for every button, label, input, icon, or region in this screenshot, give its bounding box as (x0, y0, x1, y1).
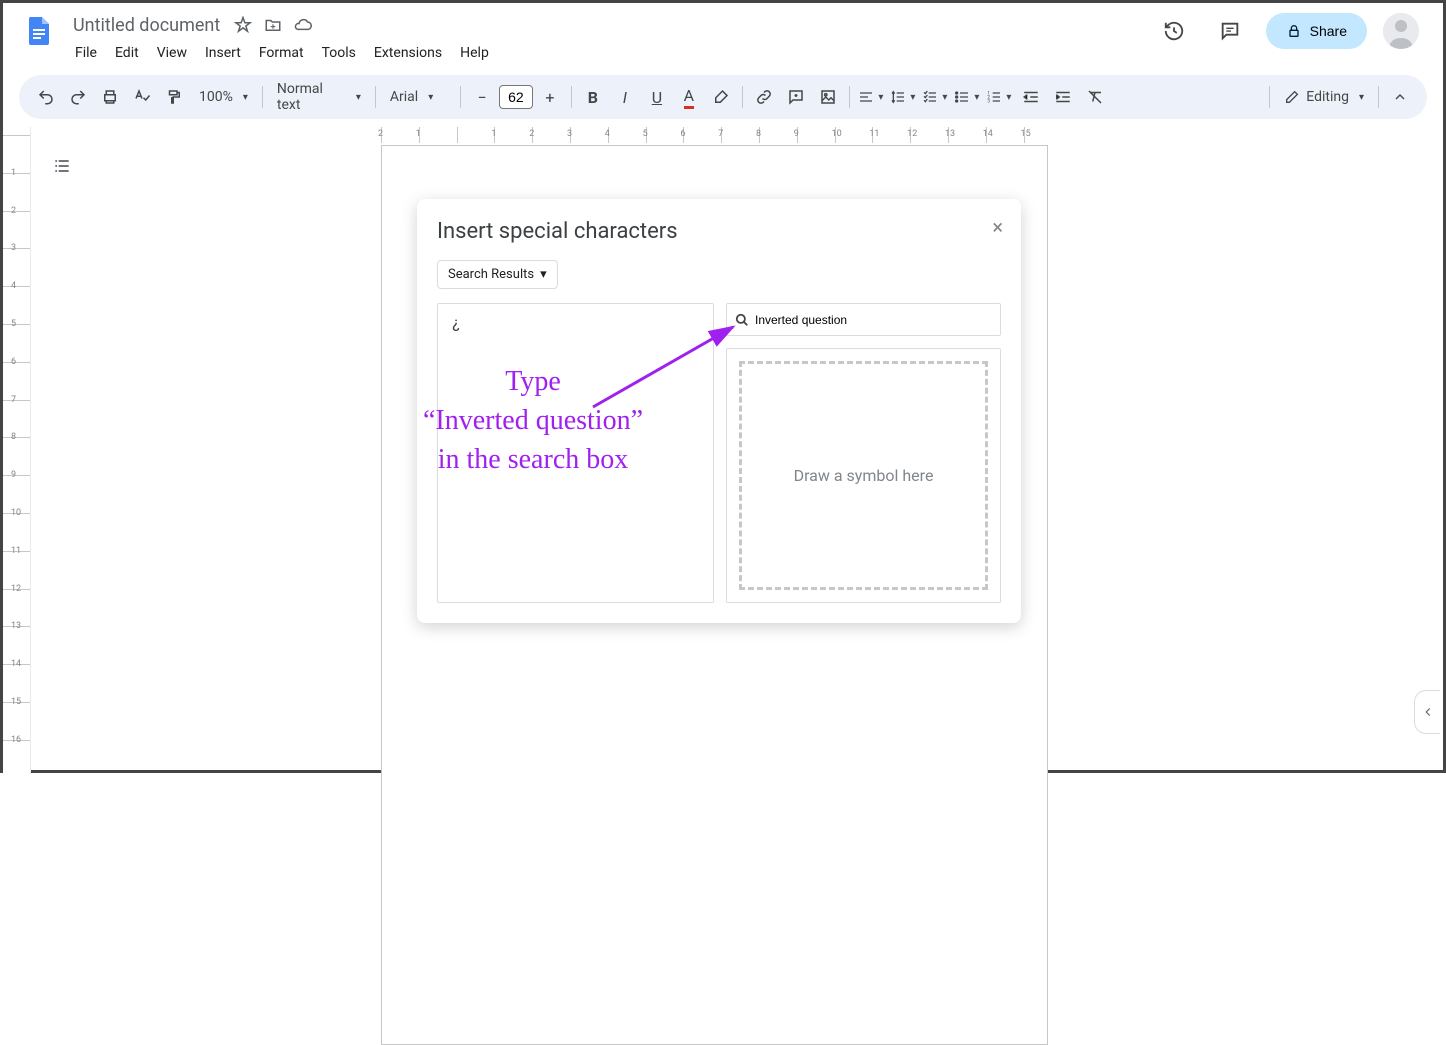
align-button[interactable] (856, 82, 886, 112)
style-dropdown[interactable]: Normal text (269, 77, 369, 117)
editing-mode-dropdown[interactable]: Editing (1276, 85, 1372, 109)
text-color-button[interactable]: A (674, 82, 704, 112)
star-icon[interactable] (234, 16, 252, 34)
increase-indent-button[interactable] (1048, 82, 1078, 112)
underline-button[interactable]: U (642, 82, 672, 112)
clear-format-button[interactable] (1080, 82, 1110, 112)
menu-help[interactable]: Help (452, 41, 497, 65)
pencil-icon (1284, 89, 1300, 105)
image-button[interactable] (813, 82, 843, 112)
close-button[interactable]: × (992, 215, 1003, 239)
annotation-text: Type “Inverted question” in the search b… (353, 362, 713, 480)
comment-button[interactable] (781, 82, 811, 112)
avatar[interactable] (1383, 13, 1419, 49)
search-field[interactable] (726, 303, 1001, 336)
app-header: Untitled document File Edit View Insert … (3, 3, 1443, 67)
menu-view[interactable]: View (149, 41, 195, 65)
horizontal-ruler: 21123456789101112131415 (381, 127, 1443, 143)
highlight-button[interactable] (706, 82, 736, 112)
menu-extensions[interactable]: Extensions (366, 41, 450, 65)
lock-icon (1286, 23, 1302, 39)
print-button[interactable] (95, 82, 125, 112)
show-outline-button[interactable] (47, 151, 77, 181)
comments-icon[interactable] (1210, 11, 1250, 51)
document-title[interactable]: Untitled document (67, 13, 226, 38)
share-label: Share (1310, 23, 1347, 39)
bold-button[interactable]: B (578, 82, 608, 112)
search-input[interactable] (755, 313, 992, 327)
chevron-down-icon: ▾ (540, 267, 547, 282)
menu-format[interactable]: Format (251, 41, 312, 65)
font-size-input[interactable] (499, 85, 533, 109)
decrease-font-button[interactable]: − (467, 82, 497, 112)
docs-logo[interactable] (19, 11, 59, 51)
draw-hint: Draw a symbol here (794, 466, 934, 485)
decrease-indent-button[interactable] (1016, 82, 1046, 112)
dialog-title: Insert special characters (437, 219, 1001, 244)
bullet-list-button[interactable] (952, 82, 982, 112)
vertical-ruler: 12345678910111213141516 (3, 127, 31, 774)
collapse-toolbar-button[interactable] (1385, 82, 1415, 112)
character-result[interactable]: ¿ (442, 308, 470, 336)
font-dropdown[interactable]: Arial (382, 85, 454, 109)
history-icon[interactable] (1154, 11, 1194, 51)
zoom-dropdown[interactable]: 100% (191, 85, 256, 109)
title-area: Untitled document File Edit View Insert … (67, 11, 1154, 67)
svg-text:3: 3 (988, 98, 991, 104)
link-button[interactable] (749, 82, 779, 112)
redo-button[interactable] (63, 82, 93, 112)
numbered-list-button[interactable]: 123 (984, 82, 1014, 112)
line-spacing-button[interactable] (888, 82, 918, 112)
menu-bar: File Edit View Insert Format Tools Exten… (67, 39, 1154, 67)
checklist-button[interactable] (920, 82, 950, 112)
category-dropdown[interactable]: Search Results ▾ (437, 260, 558, 289)
side-panel-toggle[interactable] (1414, 690, 1440, 734)
undo-button[interactable] (31, 82, 61, 112)
toolbar: 100% Normal text Arial − + B I U A 123 E… (19, 75, 1427, 119)
paint-format-button[interactable] (159, 82, 189, 112)
increase-font-button[interactable]: + (535, 82, 565, 112)
cloud-icon[interactable] (294, 16, 312, 34)
share-button[interactable]: Share (1266, 13, 1367, 49)
menu-edit[interactable]: Edit (107, 41, 147, 65)
italic-button[interactable]: I (610, 82, 640, 112)
draw-panel[interactable]: Draw a symbol here (726, 348, 1001, 603)
menu-tools[interactable]: Tools (314, 41, 364, 65)
content-area: 12345678910111213141516 2112345678910111… (3, 127, 1443, 774)
spellcheck-button[interactable] (127, 82, 157, 112)
menu-insert[interactable]: Insert (197, 41, 249, 65)
move-icon[interactable] (264, 16, 282, 34)
menu-file[interactable]: File (67, 41, 105, 65)
